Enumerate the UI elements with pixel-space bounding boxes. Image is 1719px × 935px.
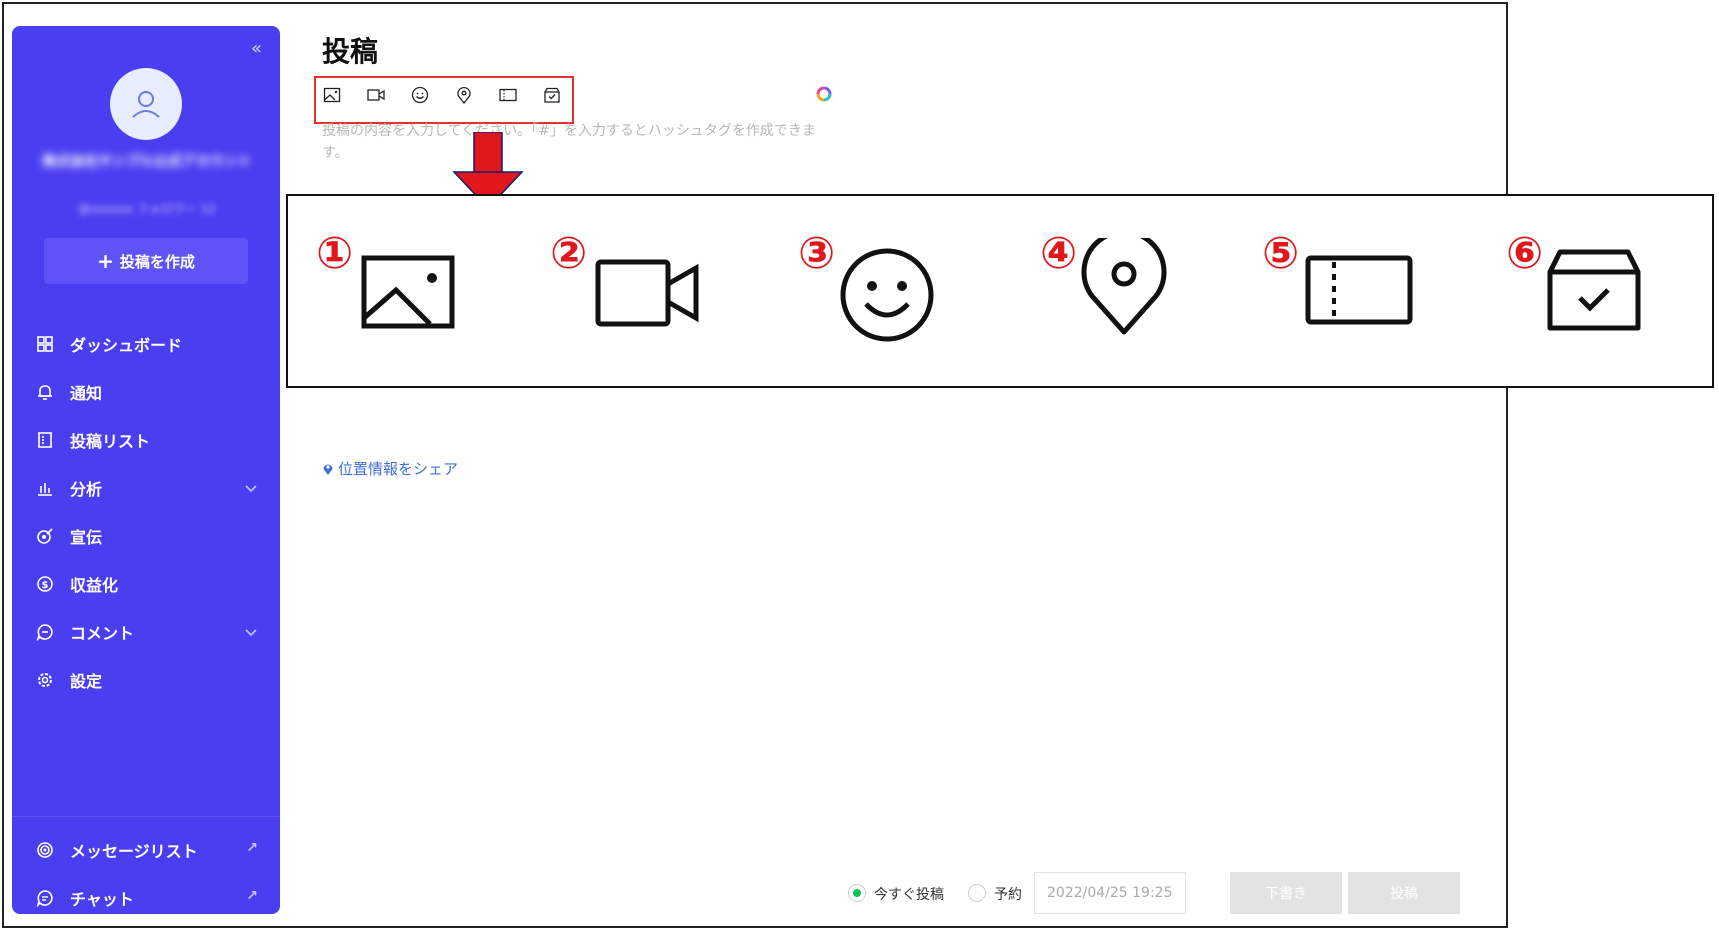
location-pin-icon[interactable] xyxy=(455,86,473,104)
video-icon[interactable] xyxy=(367,86,385,104)
svg-text:$: $ xyxy=(42,580,49,591)
location-pin-icon xyxy=(323,463,333,475)
post-content-placeholder[interactable]: 投稿の内容を入力してください。「#」を入力するとハッシュタグを作成できます。 xyxy=(322,120,842,164)
callout-number: ⑤ xyxy=(1262,228,1300,279)
legend-item-location: ④ xyxy=(1040,232,1190,342)
comment-icon xyxy=(36,624,53,641)
sidebar-item-chat[interactable]: チャット ↗ xyxy=(12,874,280,922)
shop-icon[interactable] xyxy=(543,86,561,104)
location-pin-icon xyxy=(1081,238,1167,335)
bell-icon xyxy=(38,385,52,400)
chevron-down-icon[interactable] xyxy=(244,625,258,639)
external-link-icon: ↗ xyxy=(246,888,258,904)
gear-icon xyxy=(38,673,52,687)
emoji-icon[interactable] xyxy=(411,86,429,104)
sidebar-item-label: 宣伝 xyxy=(70,528,103,547)
icon-legend-zoom-panel: ① ② ③ ④ ⑤ ⑥ xyxy=(286,194,1714,388)
loading-ring-icon xyxy=(816,86,832,102)
dashboard-icon xyxy=(37,336,53,352)
schedule-datetime-input[interactable]: 2022/04/25 19:25 xyxy=(1034,872,1186,914)
coin-icon: $ xyxy=(37,576,53,592)
create-post-label: 投稿を作成 xyxy=(119,252,195,271)
account-id: @xxxxxx フォロワー 12 xyxy=(78,202,216,216)
legend-item-image: ① xyxy=(316,232,466,342)
sidebar-item-label: 投稿リスト xyxy=(70,432,151,451)
sidebar-item-label: ダッシュボード xyxy=(70,336,183,355)
sidebar-item-label: 収益化 xyxy=(70,576,119,595)
create-post-button[interactable]: + 投稿を作成 xyxy=(44,238,248,284)
shop-icon xyxy=(1547,249,1641,331)
share-location-label: 位置情報をシェア xyxy=(338,460,459,478)
legend-item-video: ② xyxy=(550,232,720,342)
chevron-down-icon[interactable] xyxy=(244,481,258,495)
sidebar-item-post-list[interactable]: 投稿リスト xyxy=(12,416,280,464)
legend-item-emoji: ③ xyxy=(798,232,958,342)
sidebar-item-label: 通知 xyxy=(70,384,103,403)
sidebar-item-notifications[interactable]: 通知 xyxy=(12,368,280,416)
collapse-sidebar-icon[interactable]: « xyxy=(251,40,262,58)
callout-number: ⑥ xyxy=(1506,228,1544,279)
external-link-icon: ↗ xyxy=(246,840,258,856)
sidebar-item-promotion[interactable]: 宣伝 xyxy=(12,512,280,560)
legend-item-shop: ⑥ xyxy=(1506,232,1676,342)
video-icon xyxy=(595,259,699,327)
account-name: 株式会社サンプル公式アカウント xyxy=(42,154,252,170)
image-icon[interactable] xyxy=(323,86,341,104)
sidebar-item-label: 設定 xyxy=(70,672,103,691)
sidebar-bottom-nav: メッセージリスト ↗ チャット ↗ xyxy=(12,826,280,922)
sidebar-item-label: コメント xyxy=(70,624,135,643)
sidebar-item-label: チャット xyxy=(70,890,134,909)
sidebar-nav: ダッシュボード 通知 投稿リスト 分析 宣伝 $ 収益化 コメント 設定 xyxy=(12,320,280,704)
schedule-label: 予約 xyxy=(994,887,1022,903)
sidebar-item-dashboard[interactable]: ダッシュボード xyxy=(12,320,280,368)
save-draft-button[interactable]: 下書き xyxy=(1230,872,1342,914)
callout-number: ② xyxy=(550,228,588,279)
share-location-link[interactable]: 位置情報をシェア xyxy=(322,458,458,479)
submit-post-button[interactable]: 投稿 xyxy=(1348,872,1460,914)
emoji-icon xyxy=(840,248,934,342)
sidebar-item-analytics[interactable]: 分析 xyxy=(12,464,280,512)
post-now-radio[interactable] xyxy=(848,884,866,902)
coupon-icon xyxy=(1305,255,1413,325)
sidebar-item-label: メッセージリスト xyxy=(70,842,198,861)
sidebar-item-monetization[interactable]: $ 収益化 xyxy=(12,560,280,608)
callout-number: ④ xyxy=(1040,228,1078,279)
coupon-icon[interactable] xyxy=(499,86,517,104)
broadcast-icon xyxy=(37,842,53,858)
promo-icon xyxy=(37,528,53,544)
image-icon xyxy=(361,255,455,329)
legend-item-coupon: ⑤ xyxy=(1262,232,1432,342)
plus-icon: + xyxy=(97,249,114,273)
post-now-label: 今すぐ投稿 xyxy=(874,887,944,903)
sidebar-item-label: 分析 xyxy=(70,480,103,499)
sidebar-item-comments[interactable]: コメント xyxy=(12,608,280,656)
avatar[interactable] xyxy=(110,68,182,140)
user-icon xyxy=(132,91,160,118)
callout-number: ① xyxy=(316,228,354,279)
callout-number: ③ xyxy=(798,228,836,279)
chart-icon xyxy=(38,483,52,496)
toolbar-highlight-box xyxy=(314,76,574,124)
list-icon xyxy=(38,432,52,448)
schedule-radio[interactable] xyxy=(968,884,986,902)
sidebar-item-message-list[interactable]: メッセージリスト ↗ xyxy=(12,826,280,874)
sidebar-divider xyxy=(12,816,280,817)
sidebar-item-settings[interactable]: 設定 xyxy=(12,656,280,704)
sidebar: « 株式会社サンプル公式アカウント @xxxxxx フォロワー 12 + 投稿を… xyxy=(12,26,280,914)
page-title: 投稿 xyxy=(322,35,379,68)
chat-icon xyxy=(36,890,53,907)
